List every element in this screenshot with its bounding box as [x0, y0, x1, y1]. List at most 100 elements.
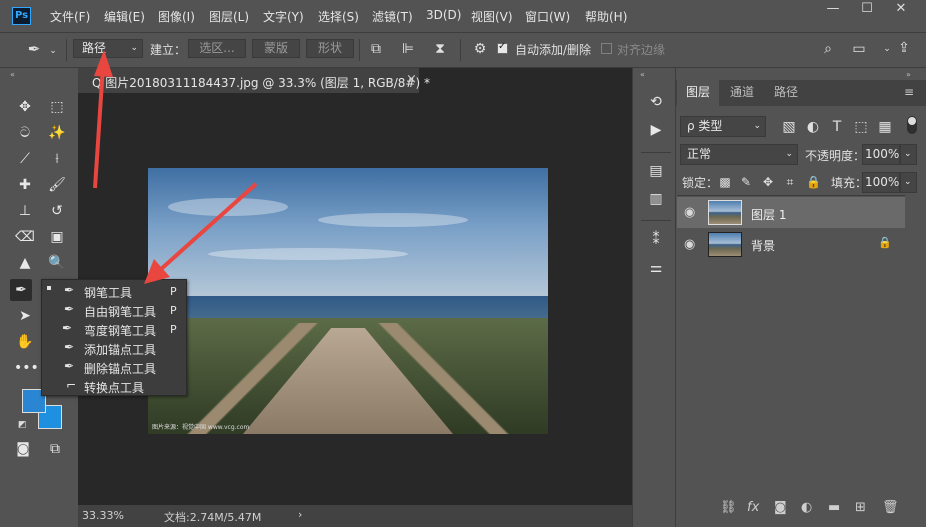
lock-image-icon[interactable]: ✎	[740, 175, 752, 189]
blend-mode-select[interactable]: 正常 ⌄	[680, 144, 798, 165]
menu-select[interactable]: 选择(S)	[318, 8, 359, 25]
workspace-icon[interactable]: ▭	[850, 42, 868, 56]
make-selection-button[interactable]: 选区...	[188, 39, 246, 58]
add-mask-icon[interactable]: ◙	[774, 500, 787, 515]
blur-tool-icon[interactable]: ▲	[14, 252, 36, 274]
chevron-down-icon[interactable]: ⌄	[48, 44, 58, 58]
share-icon[interactable]: ⇪	[896, 41, 912, 55]
screen-mode-icon[interactable]: ⧉	[44, 438, 66, 460]
fill-input[interactable]: 100%	[862, 172, 900, 193]
filter-type-icon[interactable]: T	[830, 120, 844, 134]
eraser-tool-icon[interactable]: ⌫	[14, 226, 36, 248]
more-tools-icon[interactable]: •••	[14, 357, 39, 379]
status-menu-arrow-icon[interactable]: ›	[298, 508, 302, 521]
path-arrangement-icon[interactable]: ⧗	[432, 42, 448, 56]
canvas-image[interactable]: 图片来源：视觉中国 www.vcg.com	[148, 168, 548, 434]
zoom-level[interactable]: 33.33%	[82, 509, 124, 522]
opacity-input[interactable]: 100%	[862, 144, 900, 165]
eyedropper-tool-icon[interactable]: ⟊	[46, 148, 68, 170]
clone-stamp-tool-icon[interactable]: ⊥	[14, 200, 36, 222]
make-shape-button[interactable]: 形状	[306, 39, 354, 58]
layer-name[interactable]: 背景	[751, 237, 775, 254]
menu-edit[interactable]: 编辑(E)	[104, 8, 145, 25]
menu-window[interactable]: 窗口(W)	[525, 8, 570, 25]
filter-pixel-icon[interactable]: ▧	[782, 120, 796, 134]
brush-settings-icon[interactable]: ⁑	[644, 229, 668, 251]
lasso-tool-icon[interactable]: ට	[14, 122, 36, 144]
chevron-down-icon[interactable]: ⌄	[900, 144, 917, 165]
menu-filter[interactable]: 滤镜(T)	[372, 8, 413, 25]
notes-panel-icon[interactable]: ▥	[644, 188, 668, 210]
tab-channels[interactable]: 通道	[721, 80, 763, 106]
tab-layers[interactable]: 图层	[677, 80, 719, 106]
history-panel-icon[interactable]: ⟲	[644, 91, 668, 113]
panel-menu-icon[interactable]: ≡	[904, 85, 914, 99]
brush-tool-icon[interactable]: 🖌	[46, 174, 68, 196]
lock-label: 锁定：	[682, 176, 719, 190]
visibility-eye-icon[interactable]: ◉	[684, 237, 695, 252]
lock-transparent-icon[interactable]: ▩	[719, 175, 731, 189]
menu-3d[interactable]: 3D(D)	[426, 8, 461, 22]
hand-tool-icon[interactable]: ✋	[14, 331, 36, 353]
layer-name[interactable]: 图层 1	[751, 206, 786, 223]
menu-file[interactable]: 文件(F)	[50, 8, 90, 25]
menu-image[interactable]: 图像(I)	[158, 8, 195, 25]
freeform-pen-tool-icon: ✒	[64, 302, 75, 316]
maximize-button[interactable]: ☐	[852, 2, 882, 18]
search-icon[interactable]: ⌕	[820, 42, 836, 56]
close-window-button[interactable]: ✕	[886, 2, 916, 18]
chevron-down-icon[interactable]: ⌄	[900, 172, 917, 193]
gear-icon[interactable]: ⚙	[472, 42, 488, 56]
visibility-eye-icon[interactable]: ◉	[684, 205, 695, 220]
collapse-arrows-icon[interactable]: »	[906, 70, 911, 79]
trash-icon[interactable]: 🗑	[882, 500, 899, 515]
menu-type[interactable]: 文字(Y)	[263, 8, 304, 25]
tab-paths[interactable]: 路径	[765, 80, 807, 106]
lock-artboard-icon[interactable]: ⌗	[784, 175, 796, 189]
filter-toggle[interactable]	[907, 116, 917, 134]
link-layers-icon[interactable]: ⛓	[720, 500, 737, 515]
crop-tool-icon[interactable]: ⟋	[14, 148, 36, 170]
layer-thumbnail	[708, 200, 742, 225]
new-group-icon[interactable]: ▬	[828, 500, 840, 515]
divider	[66, 39, 67, 61]
magic-wand-tool-icon[interactable]: ✨	[46, 122, 68, 144]
dodge-tool-icon[interactable]: 🔍	[46, 252, 68, 274]
layer-filter-select[interactable]: ρ 类型 ⌄	[680, 116, 766, 137]
gradient-tool-icon[interactable]: ▣	[46, 226, 68, 248]
menu-layer[interactable]: 图层(L)	[209, 8, 249, 25]
move-tool-icon[interactable]: ✥	[14, 96, 36, 118]
chevron-down-icon[interactable]: ⌄	[880, 42, 894, 56]
default-colors-icon[interactable]: ◩	[18, 420, 27, 430]
new-layer-icon[interactable]: ⊞	[855, 500, 866, 515]
filter-adjustment-icon[interactable]: ◐	[806, 120, 820, 134]
filter-smart-object-icon[interactable]: ▦	[878, 120, 892, 134]
auto-add-delete-checkbox[interactable]	[497, 41, 508, 54]
path-selection-tool-icon[interactable]: ➤	[14, 305, 36, 327]
history-brush-tool-icon[interactable]: ↺	[46, 200, 68, 222]
healing-brush-tool-icon[interactable]: ✚	[14, 174, 36, 196]
tool-mode-select[interactable]: 路径 ⌄	[73, 39, 143, 58]
menu-help[interactable]: 帮助(H)	[585, 8, 627, 25]
actions-panel-icon[interactable]: ▶	[644, 119, 668, 141]
lock-position-icon[interactable]: ✥	[762, 175, 774, 189]
collapse-arrows-icon[interactable]: «	[10, 70, 15, 79]
properties-panel-icon[interactable]: ▤	[644, 160, 668, 182]
align-edges-checkbox[interactable]	[601, 43, 612, 54]
close-tab-icon[interactable]: ×	[406, 72, 417, 87]
path-alignment-icon[interactable]: ⊫	[400, 42, 416, 56]
menu-view[interactable]: 视图(V)	[471, 8, 513, 25]
quick-mask-icon[interactable]: ◙	[12, 438, 34, 460]
new-adjustment-layer-icon[interactable]: ◐	[801, 500, 812, 515]
filter-shape-icon[interactable]: ⬚	[854, 120, 868, 134]
pen-tool-preset-icon[interactable]: ✒	[24, 42, 44, 57]
path-operations-icon[interactable]: ⧉	[368, 42, 384, 56]
layer-style-icon[interactable]: fx	[747, 500, 759, 515]
collapse-arrows-icon[interactable]: «	[640, 70, 645, 79]
lock-all-icon[interactable]: 🔒	[806, 175, 821, 189]
adjustments-panel-icon[interactable]: ⚌	[644, 257, 668, 279]
make-mask-button[interactable]: 蒙版	[252, 39, 300, 58]
marquee-tool-icon[interactable]: ⬚	[46, 96, 68, 118]
pen-tool-icon[interactable]: ✒	[10, 279, 32, 301]
minimize-button[interactable]: —	[818, 2, 848, 18]
